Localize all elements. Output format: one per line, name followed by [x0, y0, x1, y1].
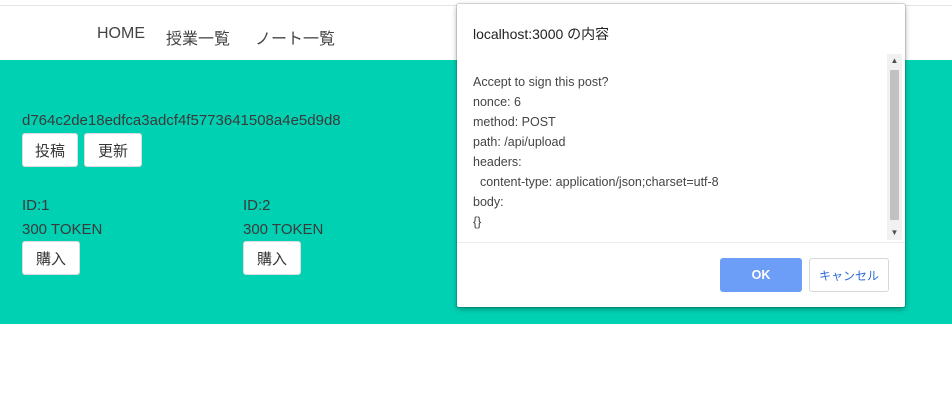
nav-classes[interactable]: 授業一覧 — [166, 25, 230, 49]
wallet-address: d764c2de18edfca3adcf4f5773641508a4e5d9d8 — [22, 112, 341, 129]
scrollbar[interactable]: ▲ ▼ — [887, 54, 902, 240]
cancel-button[interactable]: キャンセル — [809, 258, 889, 292]
buy-button[interactable]: 購入 — [22, 241, 80, 275]
ok-button[interactable]: OK — [720, 258, 802, 292]
card-id: ID:2 — [243, 197, 271, 214]
dialog-title: localhost:3000 の内容 — [473, 26, 610, 42]
scroll-up-icon[interactable]: ▲ — [887, 54, 902, 68]
post-button[interactable]: 投稿 — [22, 133, 78, 167]
dialog-message: Accept to sign this post? nonce: 6 metho… — [473, 75, 719, 229]
scrollbar-thumb[interactable] — [890, 70, 899, 220]
nav-home[interactable]: HOME — [97, 25, 145, 43]
card-id: ID:1 — [22, 197, 50, 214]
refresh-button[interactable]: 更新 — [84, 133, 142, 167]
card-price: 300 TOKEN — [243, 221, 324, 238]
dialog-divider — [457, 242, 905, 243]
scroll-down-icon[interactable]: ▼ — [887, 226, 902, 240]
buy-button[interactable]: 購入 — [243, 241, 301, 275]
card-price: 300 TOKEN — [22, 221, 103, 238]
dialog-message-area: Accept to sign this post? nonce: 6 metho… — [457, 54, 903, 240]
confirm-dialog: localhost:3000 の内容 Accept to sign this p… — [457, 4, 905, 307]
nav-notes[interactable]: ノート一覧 — [255, 25, 335, 49]
